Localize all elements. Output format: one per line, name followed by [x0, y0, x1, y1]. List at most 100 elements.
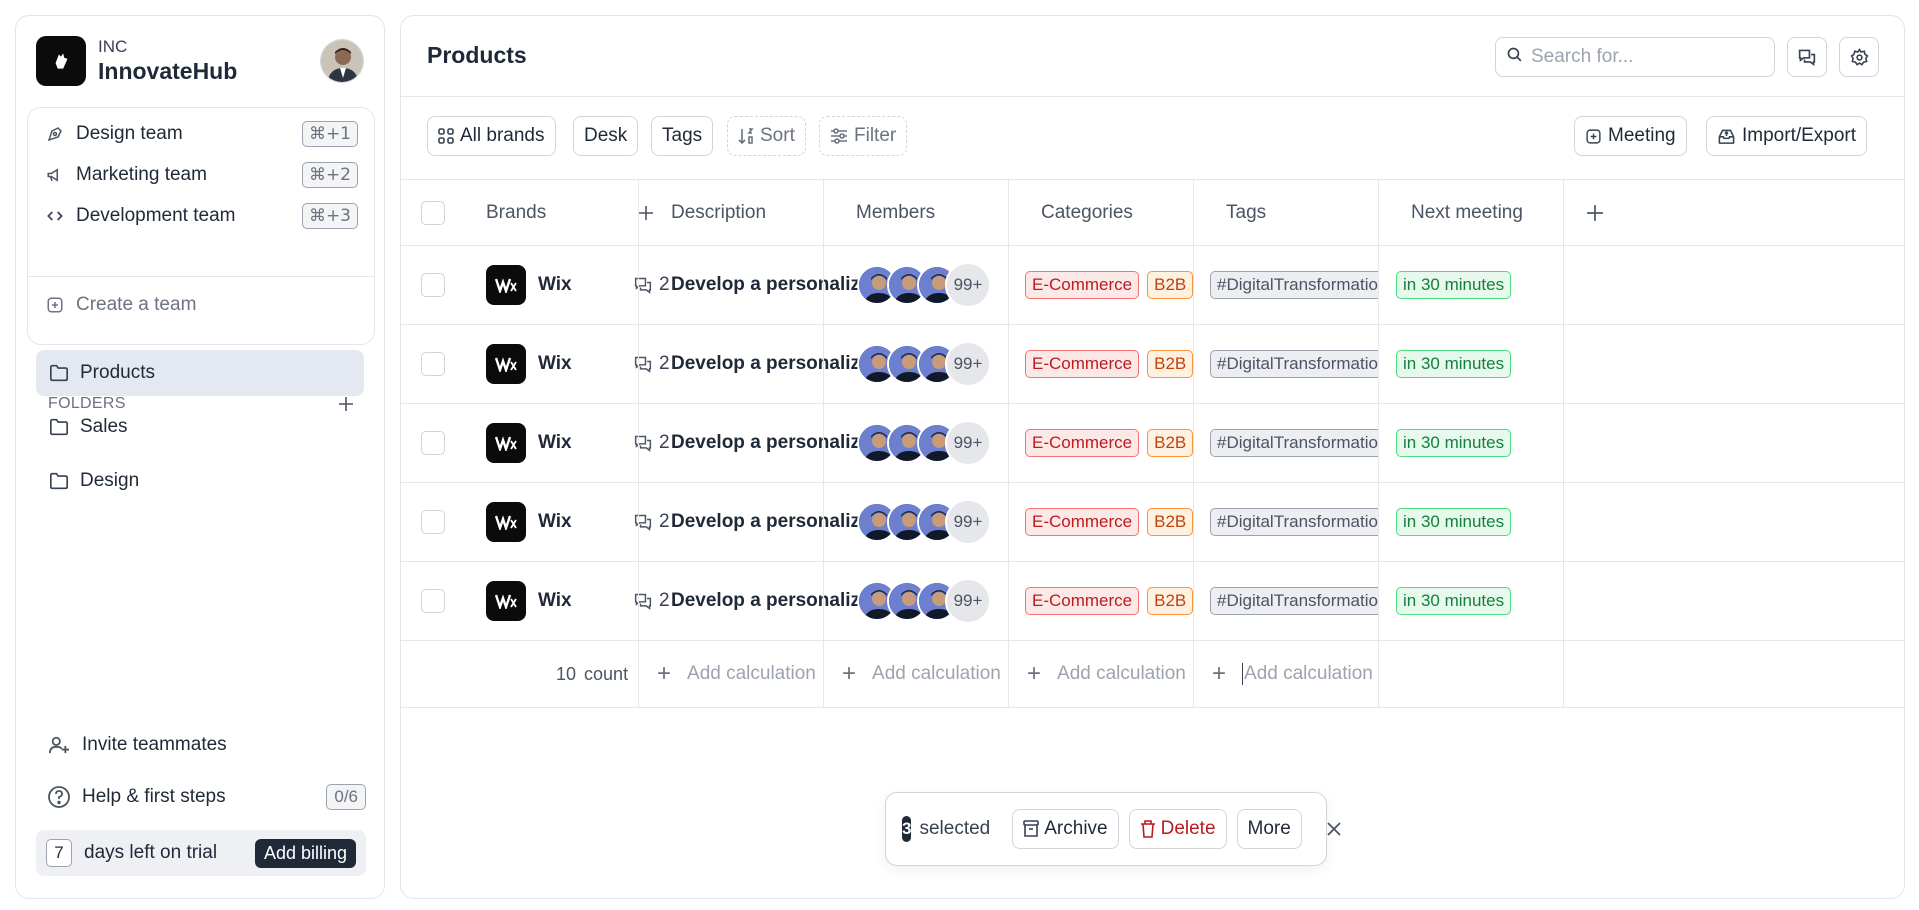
- column-header-categories[interactable]: Categories: [1041, 180, 1133, 245]
- brand-cell[interactable]: Wix: [486, 246, 572, 324]
- user-avatar[interactable]: [320, 39, 364, 83]
- meeting-button[interactable]: Meeting: [1574, 116, 1687, 156]
- members-cell[interactable]: 99+: [857, 562, 991, 640]
- categories-cell[interactable]: E-Commerce B2B: [1025, 562, 1201, 640]
- plus-square-icon: [44, 294, 66, 316]
- table-row[interactable]: Wix 2 Develop a personalized 99+ E-Commerce B…: [401, 483, 1904, 562]
- next-meeting-cell[interactable]: in 30 minutes: [1396, 483, 1519, 561]
- team-label: Development team: [76, 205, 236, 226]
- select-all-checkbox[interactable]: [421, 180, 445, 245]
- brand-cell[interactable]: Wix: [486, 562, 572, 640]
- row-checkbox[interactable]: [421, 246, 445, 324]
- import-export-button[interactable]: Import/Export: [1706, 116, 1868, 156]
- more-button[interactable]: More: [1236, 809, 1302, 849]
- column-header-brands[interactable]: Brands: [486, 180, 546, 245]
- trial-banner: 7 days left on trial Add billing: [36, 830, 366, 876]
- tags-button[interactable]: Tags: [651, 116, 714, 156]
- column-header-members[interactable]: Members: [856, 180, 935, 245]
- description-cell[interactable]: Develop a personalized: [671, 246, 877, 324]
- add-calculation-tags[interactable]: + Add calculation: [1212, 641, 1373, 707]
- tags-cell[interactable]: #DigitalTransformation: [1210, 404, 1378, 482]
- next-meeting-cell[interactable]: in 30 minutes: [1396, 246, 1519, 324]
- column-header-description[interactable]: Description: [671, 180, 766, 245]
- members-cell[interactable]: 99+: [857, 404, 991, 482]
- row-checkbox[interactable]: [421, 404, 445, 482]
- plus-icon: [1587, 204, 1603, 221]
- search-input[interactable]: [1531, 46, 1761, 68]
- category-tag: E-Commerce: [1025, 429, 1140, 457]
- description-cell[interactable]: Develop a personalized: [671, 562, 877, 640]
- megaphone-icon: [44, 164, 66, 186]
- create-team-button[interactable]: Create a team: [44, 294, 196, 316]
- brand-cell[interactable]: Wix: [486, 483, 572, 561]
- chat-bubbles-icon: [634, 277, 652, 294]
- team-development[interactable]: Development team ⌘+3: [44, 196, 358, 236]
- folder-design[interactable]: Design: [36, 458, 364, 504]
- description-text: Develop a personalized: [671, 511, 877, 532]
- table-row[interactable]: Wix 2 Develop a personalized 99+ E-Commerce B…: [401, 404, 1904, 483]
- search-box[interactable]: [1495, 37, 1775, 77]
- members-cell[interactable]: 99+: [857, 483, 991, 561]
- team-marketing[interactable]: Marketing team ⌘+2: [44, 155, 358, 195]
- brand-cell[interactable]: Wix: [486, 404, 572, 482]
- messages-button[interactable]: [1787, 37, 1827, 77]
- add-calculation-description[interactable]: + Add calculation: [657, 641, 816, 707]
- org-switcher[interactable]: INC InnovateHub: [36, 36, 237, 86]
- add-column-button[interactable]: [1586, 180, 1604, 245]
- folder-sales[interactable]: Sales: [36, 404, 364, 450]
- archive-button[interactable]: Archive: [1012, 809, 1119, 849]
- close-selection-button[interactable]: [1326, 814, 1342, 844]
- categories-cell[interactable]: E-Commerce B2B: [1025, 246, 1201, 324]
- tags-cell[interactable]: #DigitalTransformation: [1210, 246, 1378, 324]
- create-team-label: Create a team: [76, 294, 197, 315]
- column-header-next-meeting[interactable]: Next meeting: [1411, 180, 1523, 245]
- brand-name: Wix: [538, 590, 572, 611]
- tags-cell[interactable]: #DigitalTransformation: [1210, 483, 1378, 561]
- table-row[interactable]: Wix 2 Develop a personalized 99+ E-Commerce B…: [401, 246, 1904, 325]
- chat-bubbles-icon: [634, 435, 652, 452]
- row-checkbox[interactable]: [421, 483, 445, 561]
- wix-logo-icon: [495, 515, 517, 530]
- categories-cell[interactable]: E-Commerce B2B: [1025, 404, 1201, 482]
- filter-button[interactable]: Filter: [819, 116, 908, 156]
- desk-button[interactable]: Desk: [573, 116, 639, 156]
- settings-button[interactable]: [1839, 37, 1879, 77]
- column-header-tags[interactable]: Tags: [1226, 180, 1266, 245]
- delete-button[interactable]: Delete: [1128, 809, 1227, 849]
- filter-label: Filter: [854, 125, 897, 146]
- add-billing-button[interactable]: Add billing: [254, 838, 356, 868]
- folder-products[interactable]: Products: [36, 350, 364, 396]
- sort-button[interactable]: Sort: [727, 116, 806, 156]
- invite-teammates-button[interactable]: Invite teammates: [46, 732, 366, 758]
- tags-cell[interactable]: #DigitalTransformation: [1210, 562, 1378, 640]
- category-tag: E-Commerce: [1025, 587, 1140, 615]
- categories-cell[interactable]: E-Commerce B2B: [1025, 483, 1201, 561]
- table-row[interactable]: Wix 2 Develop a personalized 99+ E-Commerce B…: [401, 325, 1904, 404]
- row-checkbox[interactable]: [421, 325, 445, 403]
- next-meeting-badge: in 30 minutes: [1396, 350, 1512, 378]
- description-cell[interactable]: Develop a personalized: [671, 404, 877, 482]
- team-design[interactable]: Design team ⌘+1: [44, 114, 358, 154]
- row-checkbox[interactable]: [421, 562, 445, 640]
- add-calculation-members[interactable]: + Add calculation: [842, 641, 1001, 707]
- all-brands-button[interactable]: All brands: [427, 116, 556, 156]
- next-meeting-cell[interactable]: in 30 minutes: [1396, 325, 1519, 403]
- table-row[interactable]: Wix 2 Develop a personalized 99+ E-Commerce B…: [401, 562, 1904, 641]
- members-cell[interactable]: 99+: [857, 325, 991, 403]
- hashtag-tag: #DigitalTransformation: [1210, 508, 1378, 536]
- next-meeting-cell[interactable]: in 30 minutes: [1396, 562, 1519, 640]
- wix-logo-icon: [495, 278, 517, 293]
- help-first-steps-button[interactable]: Help & first steps 0/6: [46, 784, 366, 810]
- next-meeting-cell[interactable]: in 30 minutes: [1396, 404, 1519, 482]
- brand-logo: [486, 344, 526, 384]
- add-calculation-categories[interactable]: + Add calculation: [1027, 641, 1186, 707]
- description-cell[interactable]: Develop a personalized: [671, 325, 877, 403]
- description-cell[interactable]: Develop a personalized: [671, 483, 877, 561]
- all-brands-label: All brands: [460, 125, 545, 146]
- chat-bubbles-icon: [634, 593, 652, 610]
- categories-cell[interactable]: E-Commerce B2B: [1025, 325, 1201, 403]
- brand-cell[interactable]: Wix: [486, 325, 572, 403]
- add-column-inline-button[interactable]: [638, 180, 654, 245]
- members-cell[interactable]: 99+: [857, 246, 991, 324]
- tags-cell[interactable]: #DigitalTransformation: [1210, 325, 1378, 403]
